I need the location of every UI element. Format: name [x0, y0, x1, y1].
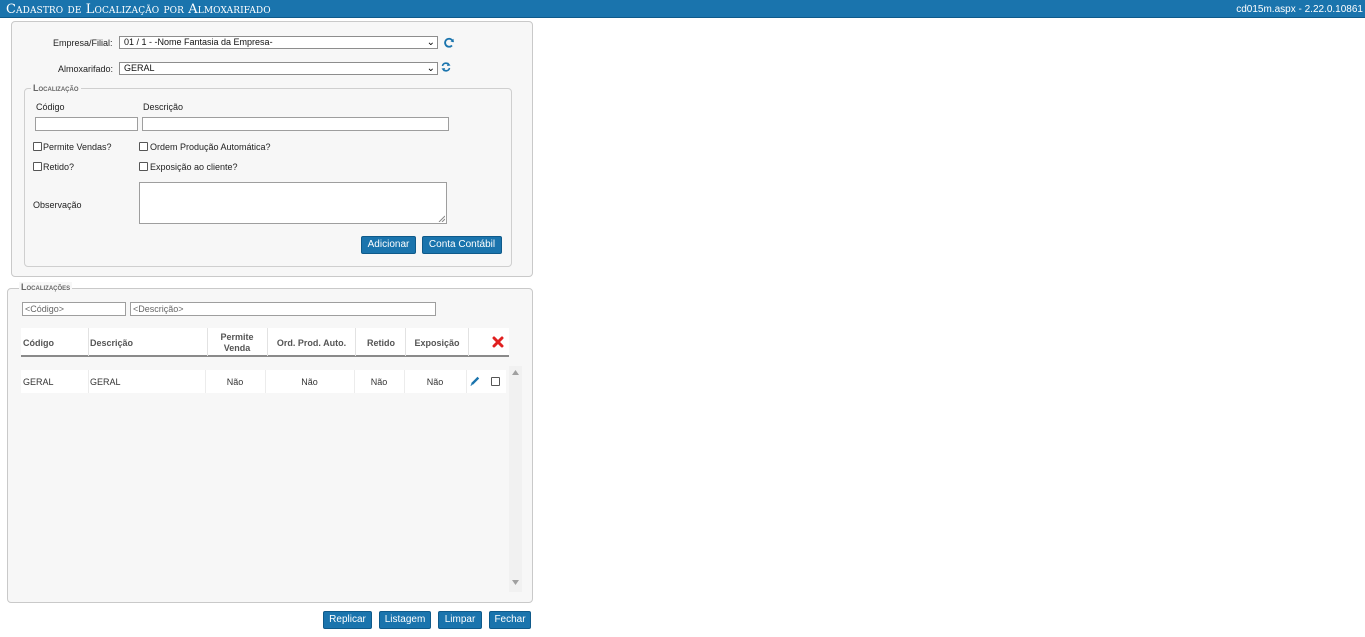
observacao-label: Observação: [33, 200, 82, 210]
observacao-textarea[interactable]: [139, 182, 447, 224]
delete-all-icon[interactable]: [492, 336, 504, 348]
edit-pencil-icon[interactable]: [469, 375, 481, 387]
localizacao-legend: Localização: [31, 83, 81, 93]
retido-checkbox[interactable]: [33, 162, 42, 171]
col-descricao[interactable]: Descrição: [90, 338, 133, 348]
codigo-input[interactable]: [35, 117, 138, 131]
col-retido[interactable]: Retido: [356, 338, 406, 348]
ordem-producao-label: Ordem Produção Automática?: [150, 142, 271, 152]
row-retido: Não: [370, 377, 388, 387]
row-permite-venda: Não: [226, 377, 244, 387]
descricao-input[interactable]: [142, 117, 449, 131]
version-label: cd015m.aspx - 2.22.0.10861: [1236, 4, 1363, 15]
scroll-up-icon[interactable]: [512, 370, 519, 375]
row-exposicao: Não: [426, 377, 444, 387]
sync-icon[interactable]: [440, 61, 452, 73]
col-divider: [88, 328, 89, 356]
row-divider: [404, 370, 405, 393]
row-divider: [265, 370, 266, 393]
conta-contabil-button[interactable]: Conta Contábil: [422, 236, 502, 254]
chevron-down-icon: ⌄: [426, 63, 435, 74]
col-divider: [267, 328, 268, 356]
col-permite-venda-line2[interactable]: Venda: [207, 343, 267, 353]
limpar-button[interactable]: Limpar: [438, 611, 482, 629]
localizacoes-legend: Localizações: [19, 282, 73, 292]
col-permite-venda-line1[interactable]: Permite: [207, 332, 267, 342]
permite-vendas-label: Permite Vendas?: [43, 142, 112, 152]
chevron-down-icon: ⌄: [426, 37, 435, 48]
almoxarifado-label: Almoxarifado:: [58, 64, 114, 74]
adicionar-button[interactable]: Adicionar: [361, 236, 416, 254]
almoxarifado-select[interactable]: GERAL ⌄: [119, 62, 438, 75]
row-ord-prod: Não: [301, 377, 318, 387]
exposicao-checkbox[interactable]: [139, 162, 148, 171]
exposicao-label: Exposição ao cliente?: [150, 162, 238, 172]
replicar-button[interactable]: Replicar: [323, 611, 372, 629]
col-ord-prod[interactable]: Ord. Prod. Auto.: [267, 338, 356, 348]
empresa-select[interactable]: 01 / 1 - -Nome Fantasia da Empresa- ⌄: [119, 36, 438, 49]
filter-descricao-input[interactable]: <Descrição>: [130, 302, 436, 316]
table-scrollbar[interactable]: [509, 366, 522, 592]
ordem-producao-checkbox[interactable]: [139, 142, 148, 151]
window-title: Cadastro de Localização por Almoxarifado: [6, 2, 271, 17]
title-bar: Cadastro de Localização por Almoxarifado…: [0, 0, 1365, 18]
row-divider: [88, 370, 89, 393]
col-divider: [468, 328, 469, 356]
descricao-label: Descrição: [143, 102, 184, 112]
almoxarifado-select-value: GERAL: [124, 63, 155, 73]
row-divider: [466, 370, 467, 393]
resize-handle-icon[interactable]: [438, 215, 445, 222]
empresa-select-value: 01 / 1 - -Nome Fantasia da Empresa-: [124, 37, 273, 47]
permite-vendas-checkbox[interactable]: [33, 142, 42, 151]
scroll-down-icon[interactable]: [512, 580, 519, 585]
col-divider: [207, 328, 208, 356]
filter-codigo-input[interactable]: <Código>: [22, 302, 126, 316]
col-divider: [405, 328, 406, 356]
row-codigo: GERAL: [23, 377, 54, 387]
empresa-label: Empresa/Filial:: [53, 38, 113, 48]
codigo-label: Código: [36, 102, 65, 112]
col-divider: [355, 328, 356, 356]
row-select-checkbox[interactable]: [491, 377, 500, 386]
row-descricao: GERAL: [90, 377, 121, 387]
col-exposicao[interactable]: Exposição: [406, 338, 468, 348]
row-divider: [205, 370, 206, 393]
retido-label: Retido?: [43, 162, 75, 172]
table-body: [21, 364, 509, 594]
listagem-button[interactable]: Listagem: [379, 611, 431, 629]
col-codigo[interactable]: Código: [23, 338, 54, 348]
fechar-button[interactable]: Fechar: [489, 611, 531, 629]
refresh-icon[interactable]: [443, 37, 455, 49]
row-divider: [354, 370, 355, 393]
